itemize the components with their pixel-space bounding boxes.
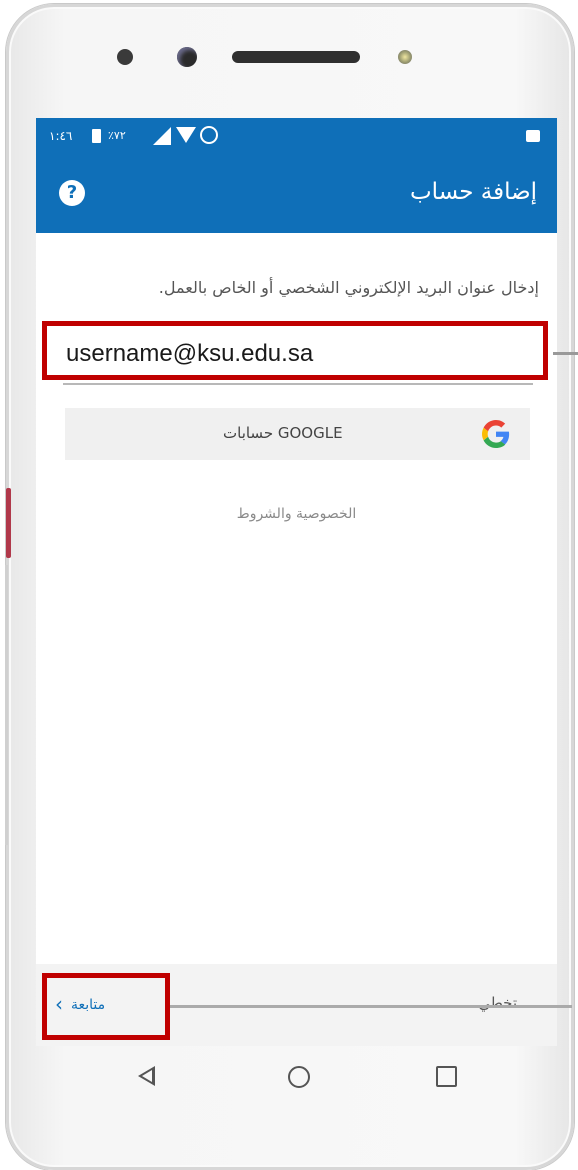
status-time: ١:٤٦ — [49, 129, 73, 143]
email-instruction: إدخال عنوان البريد الإلكتروني الشخصي أو … — [158, 278, 539, 297]
google-accounts-button[interactable]: حسابات GOOGLE — [65, 408, 530, 460]
front-camera — [177, 47, 197, 67]
front-sensor — [117, 49, 133, 65]
proximity-sensor — [398, 50, 412, 64]
help-icon[interactable]: ? — [59, 180, 85, 206]
photo-icon — [526, 130, 540, 142]
recent-apps-icon[interactable] — [436, 1066, 457, 1087]
phone-side-button — [6, 488, 11, 558]
signal-icon — [153, 127, 171, 145]
skip-button[interactable]: تخطي — [478, 994, 517, 1012]
alarm-icon — [200, 126, 218, 144]
wifi-icon — [176, 127, 196, 143]
home-icon[interactable] — [288, 1066, 310, 1088]
battery-percent: ٪٧٢ — [108, 129, 126, 142]
continue-callout-line — [170, 1005, 572, 1008]
phone-screen: ١:٤٦ ٪٧٢ ? إضافة حساب إدخال عنوان البريد… — [36, 118, 557, 1046]
phone-side-edge — [5, 565, 8, 845]
google-button-label: حسابات GOOGLE — [223, 424, 343, 442]
google-icon — [482, 420, 510, 448]
battery-icon — [92, 129, 101, 143]
earpiece-speaker — [232, 51, 360, 63]
page-title: إضافة حساب — [410, 179, 537, 205]
email-callout-line — [553, 352, 578, 355]
app-bar: ? إضافة حساب — [36, 155, 557, 233]
privacy-terms-link[interactable]: الخصوصية والشروط — [36, 506, 557, 522]
continue-highlight-box — [42, 973, 170, 1040]
android-nav-bar — [36, 1046, 557, 1106]
status-bar: ١:٤٦ ٪٧٢ — [36, 118, 557, 155]
email-highlight-box — [42, 321, 548, 380]
back-icon-inner — [142, 1070, 152, 1082]
